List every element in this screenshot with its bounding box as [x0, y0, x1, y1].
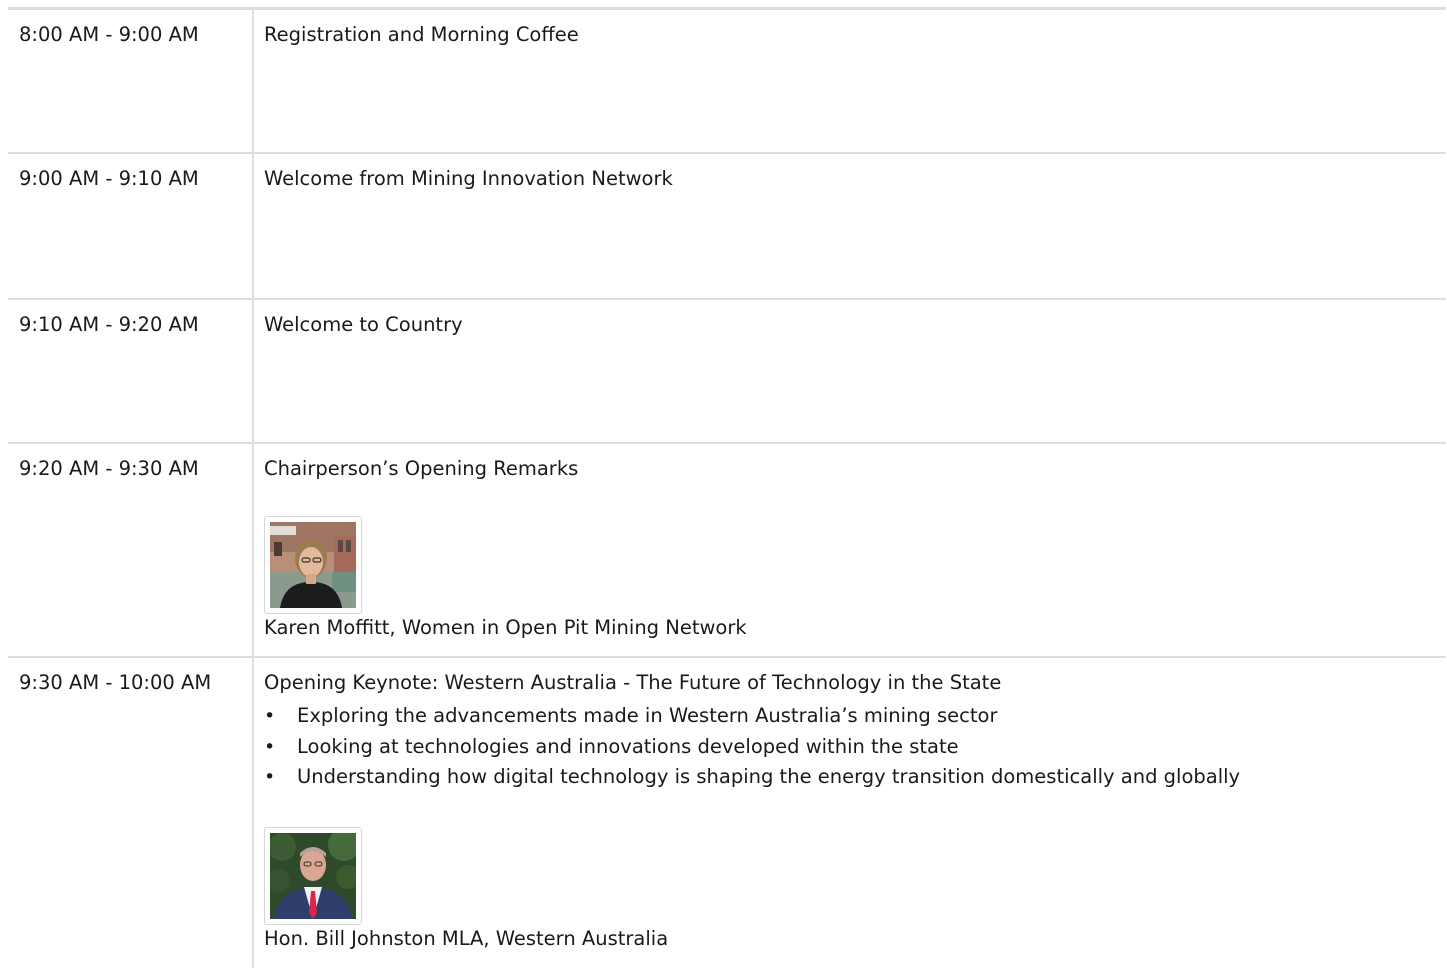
- session-time: 9:00 AM - 9:10 AM: [8, 154, 254, 298]
- session-time: 9:20 AM - 9:30 AM: [8, 444, 254, 656]
- list-item: • Understanding how digital technology is…: [264, 762, 1446, 793]
- session-content: Welcome from Mining Innovation Network: [254, 154, 1446, 298]
- speaker: Hon. Bill Johnston MLA, Western Australi…: [264, 826, 1446, 951]
- bullet-icon: •: [264, 705, 276, 727]
- session-content: Welcome to Country: [254, 300, 1446, 442]
- session-title: Welcome from Mining Innovation Network: [264, 167, 673, 190]
- speaker-photo: [270, 832, 356, 919]
- agenda-row: 9:20 AM - 9:30 AM Chairperson’s Opening …: [8, 444, 1446, 658]
- agenda-table: 8:00 AM - 9:00 AM Registration and Morni…: [8, 7, 1446, 968]
- session-title: Welcome to Country: [264, 313, 463, 336]
- speaker-photo: [270, 522, 356, 608]
- session-title: Opening Keynote: Western Australia - The…: [264, 671, 1002, 694]
- speaker-name: Karen Moffitt, Women in Open Pit Mining …: [264, 616, 747, 639]
- speaker: Karen Moffitt, Women in Open Pit Mining …: [264, 516, 1446, 640]
- bullet-icon: •: [264, 766, 276, 788]
- bullet-icon: •: [264, 735, 276, 758]
- speaker-photo-frame: [264, 826, 362, 925]
- list-item-text: Exploring the advancements made in Weste…: [297, 704, 998, 727]
- session-time: 9:10 AM - 9:20 AM: [8, 300, 254, 442]
- session-points: • Exploring the advancements made in West…: [264, 701, 1446, 793]
- list-item: • Exploring the advancements made in West…: [264, 701, 1446, 732]
- agenda-row: 9:10 AM - 9:20 AM Welcome to Country: [8, 300, 1446, 444]
- session-time: 9:30 AM - 10:00 AM: [8, 658, 254, 968]
- speaker-name: Hon. Bill Johnston MLA, Western Australi…: [264, 926, 669, 950]
- session-content: Registration and Morning Coffee: [254, 10, 1446, 152]
- speaker-photo-frame: [264, 516, 362, 614]
- session-title: Chairperson’s Opening Remarks: [264, 457, 579, 480]
- agenda-row: 8:00 AM - 9:00 AM Registration and Morni…: [8, 10, 1446, 154]
- session-title: Registration and Morning Coffee: [264, 23, 579, 46]
- session-content: Opening Keynote: Western Australia - The…: [254, 658, 1446, 968]
- list-item: • Looking at technologies and innovations…: [264, 732, 1446, 763]
- agenda-row: 9:30 AM - 10:00 AM Opening Keynote: West…: [8, 658, 1446, 968]
- list-item-text: Understanding how digital technology is …: [297, 765, 1241, 788]
- list-item-text: Looking at technologies and innovations …: [297, 734, 959, 758]
- session-content: Chairperson’s Opening Remarks Karen Moff…: [254, 444, 1446, 656]
- session-time: 8:00 AM - 9:00 AM: [8, 10, 254, 152]
- agenda-row: 9:00 AM - 9:10 AM Welcome from Mining In…: [8, 154, 1446, 300]
